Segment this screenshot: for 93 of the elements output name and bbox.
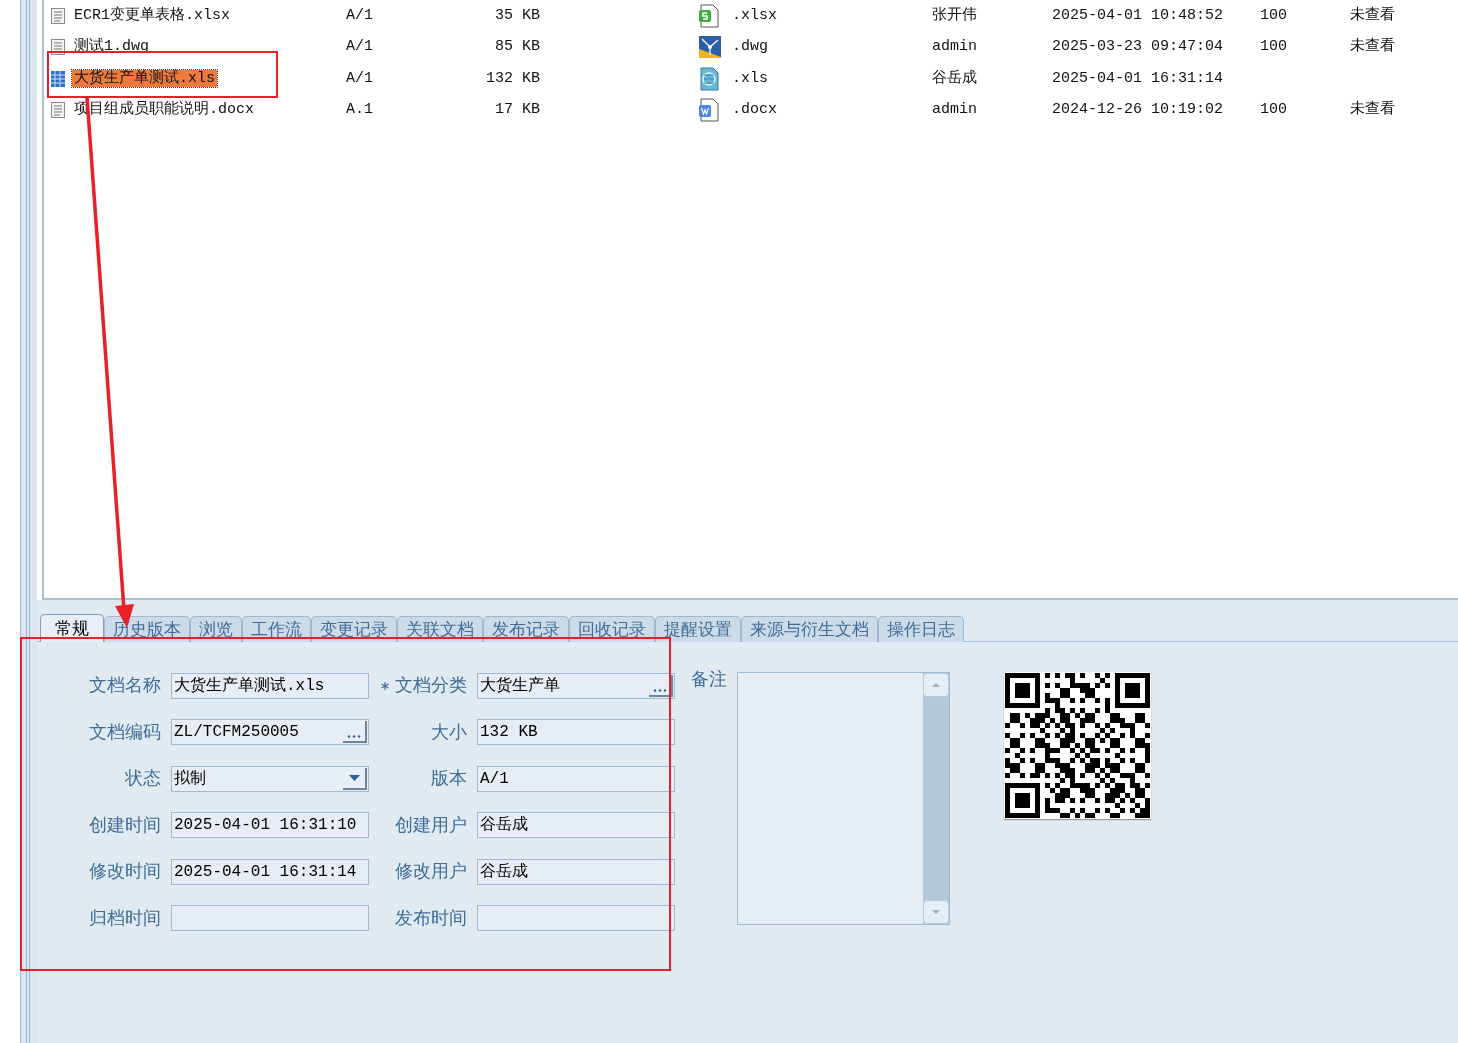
ellipsis-icon [653, 688, 667, 692]
time-text: 2025-04-01 10:48:52 [1052, 5, 1225, 26]
tab[interactable]: 浏览 [190, 616, 242, 642]
version-text: A/1 [346, 68, 374, 89]
dropdown-field[interactable]: 拟制 [171, 765, 369, 792]
user-text: 张开伟 [932, 5, 978, 26]
field-label: 修改时间 [89, 860, 161, 883]
tab[interactable]: 操作日志 [878, 616, 964, 642]
version-text: A/1 [346, 5, 374, 26]
extension-text: .xls [732, 68, 769, 89]
browse-button[interactable] [649, 674, 673, 697]
input-field[interactable]: 132 KB [477, 719, 675, 745]
scrollbar[interactable] [923, 673, 949, 924]
count-text: 100 [1260, 5, 1288, 26]
input-field[interactable]: ZL/TCFM250005 [171, 719, 369, 745]
field-value: 2025-04-01 16:31:10 [174, 815, 358, 836]
size-text: 17 KB [494, 100, 540, 120]
field-value: 拟制 [174, 768, 207, 790]
file-name[interactable]: 大货生产单测试.xls [72, 69, 217, 87]
field-label: 文档编码 [89, 720, 161, 744]
size-text: 132 KB [485, 68, 540, 89]
document-icon [50, 101, 66, 120]
field-label: 创建用户 [395, 813, 467, 837]
spreadsheet-icon [698, 3, 720, 28]
scroll-up-button[interactable] [923, 673, 949, 697]
caret-icon [348, 774, 360, 781]
extension-text: .xlsx [732, 5, 778, 26]
field-value: 大货生产单 [480, 675, 561, 697]
field-value: 谷岳成 [480, 815, 529, 836]
input-field[interactable] [171, 905, 369, 931]
file-name[interactable]: ECR1变更单表格.xlsx [72, 6, 232, 24]
field-label: 版本 [431, 767, 467, 790]
spreadsheet-file-icon [50, 69, 66, 88]
field-label: 状态 [125, 767, 161, 790]
tab[interactable]: 关联文档 [397, 616, 483, 642]
field-label: 文档分类 [395, 674, 467, 697]
field-value: 132 KB [480, 722, 539, 743]
input-field[interactable]: 大货生产单 [477, 672, 675, 699]
count-text: 100 [1260, 37, 1288, 57]
tab[interactable]: 发布记录 [483, 616, 569, 642]
memo-field[interactable] [737, 672, 950, 925]
size-text: 85 KB [494, 37, 540, 57]
version-text: A/1 [346, 37, 374, 57]
input-field[interactable]: 2025-04-01 16:31:10 [171, 812, 369, 838]
field-value: 谷岳成 [480, 861, 529, 883]
tab[interactable]: 变更记录 [311, 616, 397, 642]
word-document-icon [698, 98, 720, 123]
extension-text: .docx [732, 100, 778, 120]
drawing-file-icon [698, 35, 722, 60]
time-text: 2025-03-23 09:47:04 [1052, 37, 1225, 57]
tab[interactable]: 提醒设置 [655, 616, 741, 642]
spreadsheet-icon [698, 66, 720, 91]
user-text: 谷岳成 [932, 68, 978, 89]
user-text: admin [932, 37, 978, 57]
extension-text: .dwg [732, 37, 769, 57]
time-text: 2024-12-26 10:19:02 [1052, 100, 1225, 120]
user-text: admin [932, 100, 978, 120]
version-text: A.1 [346, 100, 374, 120]
input-field[interactable]: 谷岳成 [477, 812, 675, 838]
tab[interactable]: 工作流 [242, 616, 311, 642]
up-arrow-icon [932, 683, 940, 687]
field-value: A/1 [480, 768, 510, 790]
size-text: 35 KB [494, 5, 540, 26]
field-label: 修改用户 [395, 860, 467, 883]
ellipsis-icon [347, 735, 361, 738]
browse-button[interactable] [343, 721, 367, 743]
time-text: 2025-04-01 16:31:14 [1052, 68, 1225, 89]
status-text: 未查看 [1350, 5, 1395, 26]
field-label: 归档时间 [89, 906, 161, 930]
field-value: 2025-04-01 16:31:14 [174, 861, 358, 883]
field-value: 大货生产单测试.xls [174, 675, 326, 697]
tab[interactable]: 来源与衍生文档 [741, 616, 878, 642]
input-field[interactable]: 谷岳成 [477, 858, 675, 885]
field-value: ZL/TCFM250005 [174, 722, 300, 743]
file-name[interactable]: 测试1.dwg [72, 38, 151, 55]
count-text: 100 [1260, 100, 1288, 120]
down-arrow-icon [932, 910, 940, 914]
field-label: 文档名称 [89, 674, 161, 697]
field-label: 大小 [431, 720, 467, 744]
field-label: 发布时间 [395, 906, 467, 930]
input-field[interactable] [477, 905, 675, 931]
input-field[interactable]: A/1 [477, 765, 675, 792]
tab[interactable]: 回收记录 [569, 616, 655, 642]
input-field[interactable]: 2025-04-01 16:31:14 [171, 858, 369, 885]
tab[interactable]: 常规 [40, 614, 104, 642]
document-icon [50, 6, 66, 25]
dropdown-button[interactable] [343, 767, 367, 790]
scroll-down-button[interactable] [923, 900, 949, 924]
field-label: 创建时间 [89, 813, 161, 837]
status-text: 未查看 [1350, 99, 1395, 120]
input-field[interactable]: 大货生产单测试.xls [171, 672, 369, 699]
memo-label: 备注 [691, 668, 727, 690]
status-text: 未查看 [1350, 36, 1395, 57]
